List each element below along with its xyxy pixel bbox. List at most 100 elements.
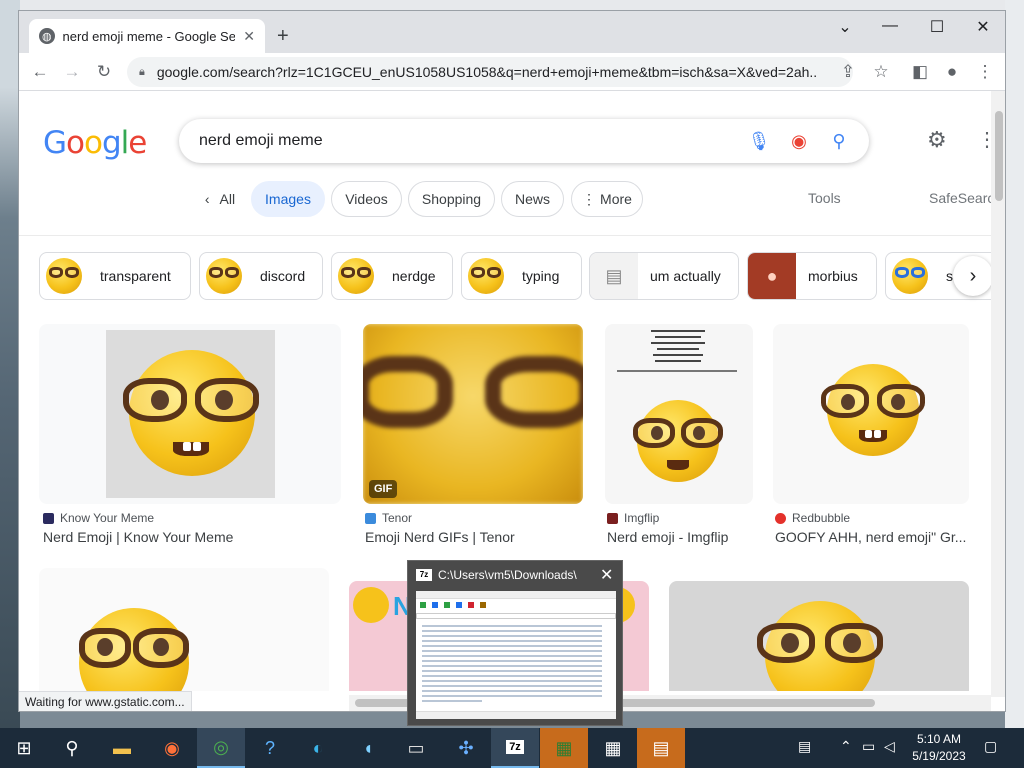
related-chip[interactable]: typing xyxy=(461,252,582,300)
desktop-background xyxy=(0,0,20,728)
reload-icon[interactable]: ↻ xyxy=(93,62,115,82)
browser-tab[interactable]: ◍ nerd emoji meme - Google Search ✕ xyxy=(29,19,265,53)
chevron-right-icon[interactable]: › xyxy=(953,256,991,296)
result-image[interactable] xyxy=(669,581,969,691)
tips-lightbulb-icon[interactable]: ◖ xyxy=(344,728,392,768)
tab-news[interactable]: News xyxy=(501,181,564,217)
tab-all[interactable]: ‹ All xyxy=(185,181,255,217)
minimize-icon[interactable]: — xyxy=(875,17,905,35)
scrollbar-thumb[interactable] xyxy=(995,111,1003,201)
related-chip[interactable]: transparent xyxy=(39,252,191,300)
system-clock[interactable]: 5:10 AM 5/19/2023 xyxy=(906,731,972,765)
safesearch-button[interactable]: SafeSearch xyxy=(929,190,991,206)
close-window-icon[interactable]: ✕ xyxy=(968,17,998,37)
desktop-background-right xyxy=(1005,0,1024,728)
result-source[interactable]: Tenor xyxy=(365,511,412,525)
taskbar-thumbnail-preview[interactable]: 7z C:\Users\vm5\Downloads\ ✕ xyxy=(407,560,623,726)
related-chip[interactable]: discord xyxy=(199,252,323,300)
thumbnail-title-bar: 7z C:\Users\vm5\Downloads\ xyxy=(416,568,577,582)
image-result[interactable]: Imgflip Nerd emoji - Imgflip xyxy=(605,324,755,554)
result-image[interactable] xyxy=(39,568,329,691)
address-bar[interactable]: 🔒︎ google.com/search?rlz=1C1GCEU_enUS105… xyxy=(127,57,853,87)
tab-close-icon[interactable]: ✕ xyxy=(243,28,255,45)
start-windows-icon[interactable]: ⊞ xyxy=(0,728,48,768)
file-explorer-icon[interactable]: ▬ xyxy=(98,728,146,768)
image-result[interactable] xyxy=(669,581,971,691)
new-tab-icon[interactable]: + xyxy=(277,25,289,48)
related-chip[interactable]: ● morbius xyxy=(747,252,877,300)
vertical-scrollbar[interactable] xyxy=(991,91,1005,697)
firefox-icon[interactable]: ◉ xyxy=(148,728,196,768)
google-logo[interactable]: Google xyxy=(43,125,147,161)
calendar-icon[interactable]: ▦ xyxy=(589,728,637,768)
search-input[interactable]: nerd emoji meme 🎙︎ ◉ ⚲ xyxy=(179,119,869,163)
maximize-icon[interactable]: ☐ xyxy=(922,17,952,37)
result-source[interactable]: Redbubble xyxy=(775,511,850,525)
search-icon[interactable]: ⚲ xyxy=(48,728,96,768)
chip-thumbnail: ▤ xyxy=(590,253,638,299)
seven-zip-icon: 7z xyxy=(416,569,432,581)
tab-shopping[interactable]: Shopping xyxy=(408,181,495,217)
chart-app-icon[interactable]: ▦ xyxy=(540,728,588,768)
tab-all-label: All xyxy=(219,191,236,207)
back-icon[interactable]: ← xyxy=(29,62,51,82)
profile-icon[interactable]: ● xyxy=(941,62,963,82)
tab-more[interactable]: ⋮ More xyxy=(571,181,643,217)
tab-images[interactable]: Images xyxy=(251,181,325,217)
nerd-emoji-image xyxy=(633,400,723,482)
bookmark-star-icon[interactable]: ☆ xyxy=(870,62,892,82)
chrome-icon[interactable]: ◎ xyxy=(197,728,245,768)
window-preview-image[interactable] xyxy=(416,591,616,719)
network-icon[interactable]: ▭ xyxy=(862,738,875,755)
result-title[interactable]: GOOFY AHH, nerd emoji" Gr... xyxy=(775,529,971,545)
notifications-icon[interactable]: ▢ xyxy=(984,738,997,755)
calculator-icon[interactable]: ▤ xyxy=(637,728,685,768)
seven-zip-taskbar-icon[interactable]: 7z xyxy=(491,728,539,768)
nerd-emoji-image xyxy=(757,601,883,691)
logo-letter: e xyxy=(128,125,147,161)
result-image[interactable] xyxy=(39,324,341,504)
character-icon: ● xyxy=(766,265,778,286)
result-title[interactable]: Emoji Nerd GIFs | Tenor xyxy=(365,529,585,545)
edge-icon[interactable]: ◐ xyxy=(294,728,342,768)
image-result[interactable]: Know Your Meme Nerd Emoji | Know Your Me… xyxy=(39,324,341,554)
tools-button[interactable]: Tools xyxy=(808,190,841,206)
search-icon[interactable]: ⚲ xyxy=(819,131,859,152)
image-result[interactable]: GIF Tenor Emoji Nerd GIFs | Tenor xyxy=(363,324,585,554)
image-result[interactable] xyxy=(39,568,329,691)
camera-lens-icon[interactable]: ◉ xyxy=(779,131,819,152)
apps-grid-icon[interactable]: ⋮⋮ xyxy=(977,127,991,152)
microphone-icon[interactable]: 🎙︎ xyxy=(739,131,779,152)
site-favicon xyxy=(607,512,618,524)
share-icon[interactable]: ⇪ xyxy=(837,62,859,82)
volume-muted-icon[interactable]: ◁ xyxy=(884,738,895,755)
site-favicon xyxy=(43,512,54,524)
side-panel-icon[interactable]: ◧ xyxy=(909,62,931,82)
menu-kebab-icon[interactable]: ⋮ xyxy=(974,62,996,82)
chevron-up-icon[interactable]: ⌃ xyxy=(840,738,852,755)
result-image[interactable]: GIF xyxy=(363,324,583,504)
result-title[interactable]: Nerd emoji - Imgflip xyxy=(607,529,757,545)
result-source[interactable]: Imgflip xyxy=(607,511,659,525)
news-widget-icon[interactable]: ▤ xyxy=(798,738,811,755)
image-result[interactable]: Redbubble GOOFY AHH, nerd emoji" Gr... xyxy=(773,324,971,554)
tab-videos[interactable]: Videos xyxy=(331,181,402,217)
terminal-icon[interactable]: ▭ xyxy=(392,728,440,768)
nerd-emoji-image xyxy=(123,350,259,476)
network-app-icon[interactable]: ✣ xyxy=(442,728,490,768)
result-image[interactable] xyxy=(605,324,753,504)
related-chip[interactable]: nerdge xyxy=(331,252,453,300)
result-image[interactable] xyxy=(773,324,969,504)
close-icon[interactable]: ✕ xyxy=(600,565,613,585)
result-title[interactable]: Nerd Emoji | Know Your Meme xyxy=(43,529,341,545)
smiling-face-icon xyxy=(353,587,389,623)
tab-title: nerd emoji meme - Google Search xyxy=(62,28,236,44)
blurred-glasses xyxy=(485,356,583,428)
help-chat-icon[interactable]: ? xyxy=(246,728,294,768)
related-chip[interactable]: ▤ um actually xyxy=(589,252,739,300)
tab-search-icon[interactable]: ⌄ xyxy=(830,17,860,37)
result-source[interactable]: Know Your Meme xyxy=(43,511,154,525)
forward-icon[interactable]: → xyxy=(61,62,83,82)
settings-gear-icon[interactable]: ⚙ xyxy=(927,127,947,153)
site-favicon xyxy=(775,512,786,524)
